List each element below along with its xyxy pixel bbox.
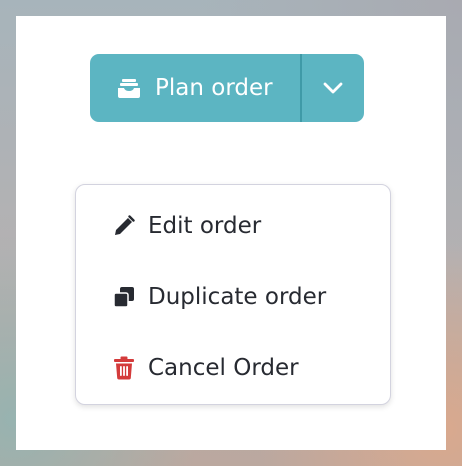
plan-order-split-button: Plan order bbox=[90, 54, 364, 122]
inbox-tray-icon bbox=[117, 76, 141, 100]
menu-item-duplicate-order[interactable]: Duplicate order bbox=[76, 267, 390, 327]
copy-icon bbox=[112, 285, 136, 309]
menu-item-label: Edit order bbox=[148, 213, 262, 239]
chevron-down-icon bbox=[323, 79, 343, 98]
trash-icon bbox=[112, 356, 136, 380]
menu-item-label: Cancel Order bbox=[148, 355, 299, 381]
menu-item-edit-order[interactable]: Edit order bbox=[76, 196, 390, 256]
more-actions-toggle[interactable] bbox=[302, 54, 364, 122]
pencil-icon bbox=[112, 214, 136, 238]
menu-item-label: Duplicate order bbox=[148, 284, 327, 310]
plan-order-button[interactable]: Plan order bbox=[90, 54, 300, 122]
plan-order-label: Plan order bbox=[155, 75, 273, 101]
actions-dropdown-menu: Edit order Duplicate order Cancel Order bbox=[75, 184, 391, 405]
menu-item-cancel-order[interactable]: Cancel Order bbox=[76, 338, 390, 398]
dialog-panel: Plan order Edit order Duplicate order Ca… bbox=[16, 16, 446, 450]
